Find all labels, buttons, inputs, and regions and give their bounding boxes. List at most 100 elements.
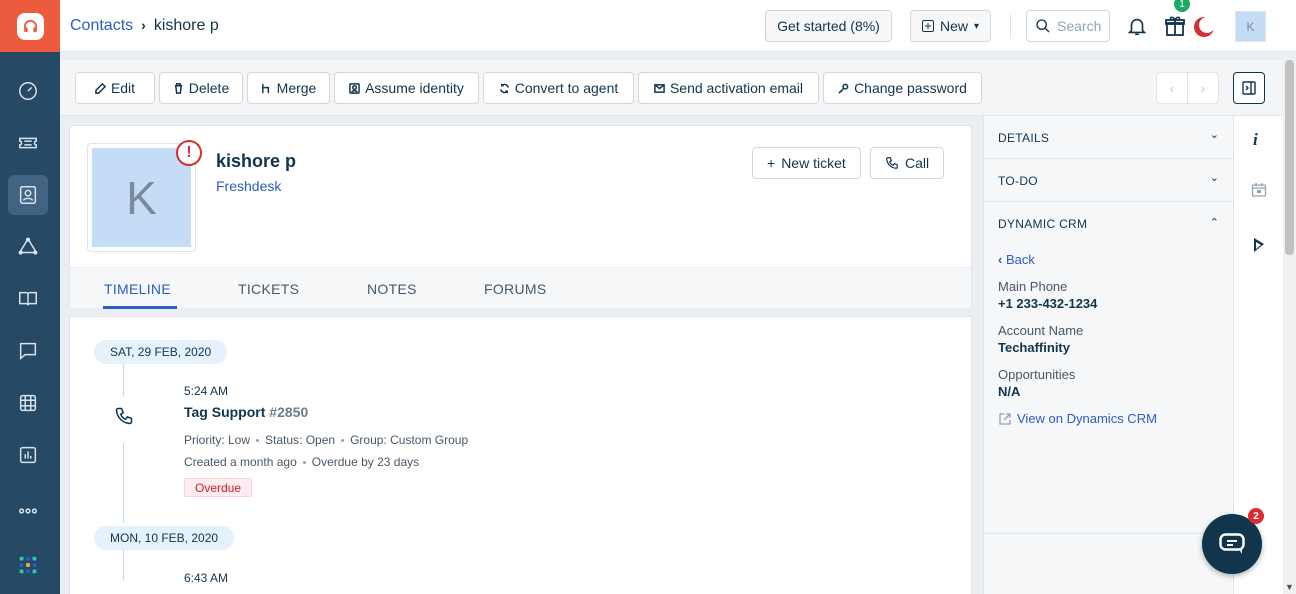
more-icon[interactable] <box>8 491 48 531</box>
separator-dot <box>302 461 306 465</box>
tab-timeline[interactable]: TIMELINE <box>104 281 171 297</box>
new-button[interactable]: New ▾ <box>910 10 991 42</box>
call-button[interactable]: Call <box>870 147 945 179</box>
account-name-value: Techaffinity <box>998 340 1070 355</box>
edit-button[interactable]: Edit <box>75 72 155 104</box>
separator-dot <box>341 439 345 443</box>
key-icon <box>838 83 849 94</box>
dynamics-crm-icon[interactable] <box>1252 237 1266 256</box>
scrollbar-thumb[interactable] <box>1285 60 1294 255</box>
overdue-badge: Overdue <box>184 478 253 497</box>
send-activation-email-button[interactable]: Send activation email <box>638 72 819 104</box>
toggle-sidebar-button[interactable] <box>1233 72 1265 104</box>
dashboard-icon[interactable] <box>8 71 48 111</box>
reports-icon[interactable] <box>8 435 48 475</box>
crm-section: DYNAMIC CRM ⌃ ‹ Back Main Phone +1 233-4… <box>984 202 1233 534</box>
chevron-down-icon: ▾ <box>973 20 980 32</box>
gift-icon[interactable] <box>1163 14 1187 41</box>
crm-back-label: Back <box>1005 252 1035 267</box>
knowledge-base-icon[interactable] <box>8 279 48 319</box>
mail-icon <box>654 83 665 93</box>
warning-icon[interactable]: ! <box>176 140 202 166</box>
call-label: Call <box>905 155 930 171</box>
chevron-down-icon: ⌄ <box>1209 172 1219 184</box>
contact-company-link[interactable]: Freshdesk <box>216 178 281 194</box>
info-icon[interactable]: i <box>1253 130 1258 150</box>
identity-icon <box>349 82 360 94</box>
tab-tickets[interactable]: TICKETS <box>238 281 299 297</box>
external-link-icon <box>999 412 1011 425</box>
timeline-ticket-title[interactable]: Tag Support #2850 <box>184 404 308 420</box>
new-ticket-button[interactable]: + New ticket <box>752 147 861 179</box>
freshdesk-logo[interactable] <box>0 0 60 52</box>
breadcrumb-current: kishore p <box>153 17 219 34</box>
ticket-number: #2850 <box>269 404 309 420</box>
sidebar <box>0 0 60 594</box>
convert-to-agent-button[interactable]: Convert to agent <box>483 72 634 104</box>
timeline-line <box>123 550 124 580</box>
assume-identity-label: Assume identity <box>365 80 464 96</box>
groups-icon[interactable] <box>8 227 48 267</box>
account-name-label: Account Name <box>998 323 1084 338</box>
chevron-right-icon: › <box>1200 80 1206 96</box>
get-started-button[interactable]: Get started (8%) <box>765 10 892 42</box>
new-ticket-label: New ticket <box>781 155 846 171</box>
todo-section[interactable]: TO-DO ⌄ <box>984 159 1233 202</box>
tickets-icon[interactable] <box>8 123 48 163</box>
panel-toggle-icon <box>1242 81 1256 95</box>
forums-icon[interactable] <box>8 331 48 371</box>
search-box[interactable]: Search <box>1026 10 1110 42</box>
chevron-right-icon: › <box>141 17 146 33</box>
breadcrumb-contacts-link[interactable]: Contacts <box>70 17 133 34</box>
chevron-up-icon[interactable]: ⌃ <box>1210 216 1219 229</box>
delete-button[interactable]: Delete <box>159 72 243 104</box>
search-icon <box>1036 19 1050 33</box>
contact-name: kishore p <box>216 151 297 171</box>
user-avatar[interactable]: K <box>1235 11 1266 42</box>
ticket-group: Group: Custom Group <box>350 433 469 447</box>
chevron-down-icon: ⌄ <box>1209 129 1219 141</box>
change-password-button[interactable]: Change password <box>823 72 982 104</box>
trash-icon <box>174 82 182 94</box>
scroll-down-arrow-icon[interactable]: ▼ <box>1285 582 1294 592</box>
opportunities-value: N/A <box>998 384 1021 399</box>
main-phone-label: Main Phone <box>998 279 1068 294</box>
chat-icon <box>1219 533 1245 554</box>
previous-contact-button[interactable]: ‹ <box>1156 72 1188 104</box>
view-on-crm-link[interactable]: View on Dynamics CRM <box>998 411 1157 426</box>
opportunities-label: Opportunities <box>998 367 1076 382</box>
merge-label: Merge <box>276 80 317 96</box>
gift-badge: 1 <box>1174 0 1190 12</box>
delete-label: Delete <box>188 80 230 96</box>
send-activation-email-label: Send activation email <box>669 80 804 96</box>
assume-identity-button[interactable]: Assume identity <box>334 72 479 104</box>
merge-button[interactable]: Merge <box>247 72 330 104</box>
contacts-icon[interactable] <box>8 175 48 215</box>
scrollbar[interactable]: ▼ <box>1283 60 1296 594</box>
timeline-date: MON, 10 FEB, 2020 <box>94 526 235 550</box>
view-on-crm-label: View on Dynamics CRM <box>1017 411 1157 426</box>
phone-icon <box>886 157 898 169</box>
tab-forums[interactable]: FORUMS <box>484 281 546 297</box>
search-placeholder: Search <box>1057 18 1102 34</box>
status-moon-icon[interactable] <box>1192 15 1216 42</box>
next-contact-button[interactable]: › <box>1187 72 1219 104</box>
social-icon[interactable] <box>8 383 48 423</box>
calendar-icon[interactable] <box>1251 182 1267 201</box>
tab-notes[interactable]: NOTES <box>367 281 417 297</box>
details-section[interactable]: DETAILS ⌄ <box>984 116 1233 159</box>
crm-title[interactable]: DYNAMIC CRM <box>998 217 1087 231</box>
ticket-priority: Priority: Low <box>184 433 251 447</box>
ticket-properties: Priority: Low Status: Open Group: Custom G… <box>184 433 468 447</box>
top-bar: Contacts › kishore p Get started (8%) New … <box>60 0 1296 52</box>
edit-label: Edit <box>110 80 136 96</box>
bell-icon[interactable] <box>1126 14 1148 41</box>
divider <box>1010 14 1011 38</box>
timeline-time: 5:24 AM <box>184 384 229 398</box>
merge-icon <box>261 83 269 93</box>
timeline-line <box>123 443 124 523</box>
ticket-dates: Created a month ago Overdue by 23 days <box>184 455 419 469</box>
main-phone-value: +1 233-432-1234 <box>998 296 1098 311</box>
apps-grid-icon[interactable] <box>8 545 48 585</box>
crm-back-link[interactable]: ‹ Back <box>998 252 1035 267</box>
